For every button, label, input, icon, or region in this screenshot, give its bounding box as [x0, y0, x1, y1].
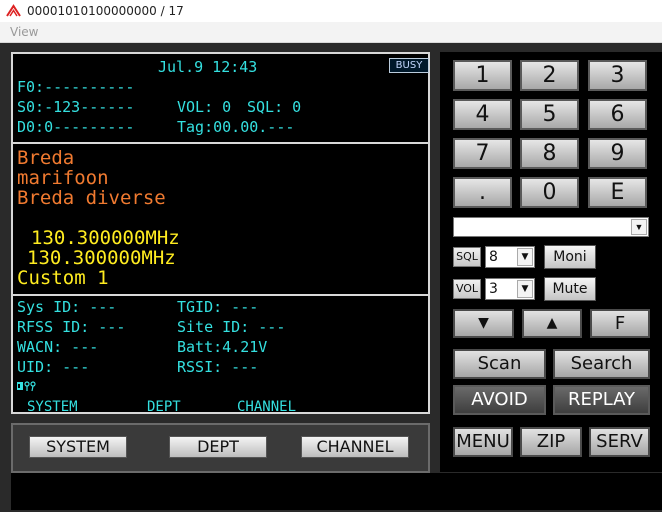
- lcd-wacn: WACN: ---: [17, 338, 99, 356]
- lcd-d0: D0:0---------: [17, 118, 135, 136]
- lcd-datetime: Jul.9 12:43: [158, 58, 258, 76]
- key-1[interactable]: 1: [453, 60, 512, 91]
- up-button[interactable]: ▲: [522, 309, 582, 338]
- soft-label-channel: CHANNEL: [237, 399, 297, 415]
- lcd-system-name: Breda: [17, 147, 75, 169]
- dept-button[interactable]: DEPT: [169, 436, 267, 458]
- mute-button[interactable]: Mute: [544, 277, 596, 301]
- key-4[interactable]: 4: [453, 99, 512, 130]
- vol-label: VOL: [453, 279, 481, 299]
- lcd-sql: SQL: 0: [247, 98, 302, 116]
- busy-badge: BUSY: [389, 58, 429, 73]
- moni-button[interactable]: Moni: [544, 245, 596, 269]
- lcd-battery: Batt:4.21V: [177, 338, 268, 356]
- lcd-frequency-2: 130.300000MHz: [27, 247, 176, 269]
- key-6[interactable]: 6: [588, 99, 647, 130]
- key-9[interactable]: 9: [588, 138, 647, 169]
- lcd-f0: F0:----------: [17, 78, 135, 96]
- lcd-dept-name: marifoon: [17, 167, 109, 189]
- triangle-up-icon: ▲: [546, 315, 558, 331]
- lcd-channel-name: Breda diverse: [17, 187, 166, 209]
- key-7[interactable]: 7: [453, 138, 512, 169]
- soft-button-panel: SYSTEM DEPT CHANNEL: [11, 423, 430, 473]
- replay-button[interactable]: REPLAY: [553, 385, 650, 415]
- key-8[interactable]: 8: [520, 138, 579, 169]
- key-dot[interactable]: .: [453, 177, 512, 208]
- scan-button[interactable]: Scan: [453, 349, 546, 379]
- status-bar: [11, 473, 662, 510]
- status-icons: [17, 379, 39, 397]
- lcd-site-id: Site ID: ---: [177, 318, 286, 336]
- sql-value: 8: [489, 249, 498, 265]
- lcd-s0: S0:-123------: [17, 98, 135, 116]
- serv-button[interactable]: SERV: [589, 427, 650, 457]
- app-logo-icon: [6, 4, 21, 22]
- key-e[interactable]: E: [588, 177, 647, 208]
- avoid-button[interactable]: AVOID: [453, 385, 546, 415]
- keypad-panel: 1 2 3 4 5 6 7 8 9 . 0 E ▼ SQL 8 ▼ Moni V…: [440, 52, 662, 472]
- key-2[interactable]: 2: [520, 60, 579, 91]
- menu-bar: View: [0, 22, 662, 43]
- lcd-frequency-1: 130.300000MHz: [31, 227, 180, 249]
- lcd-display: Jul.9 12:43 BUSY F0:---------- S0:-123--…: [11, 52, 430, 415]
- sql-select[interactable]: 8 ▼: [485, 246, 535, 268]
- soft-label-system: SYSTEM: [27, 399, 78, 415]
- lcd-sys-id: Sys ID: ---: [17, 298, 117, 316]
- key-5[interactable]: 5: [520, 99, 579, 130]
- lcd-divider: [13, 294, 428, 296]
- down-button[interactable]: ▼: [453, 309, 514, 338]
- window-title: 00001010100000000 / 17: [27, 4, 184, 18]
- lcd-rssi: RSSI: ---: [177, 358, 259, 376]
- vol-value: 3: [489, 281, 498, 297]
- port-dropdown[interactable]: ▼: [453, 217, 649, 237]
- sql-label: SQL: [453, 247, 481, 267]
- lcd-tgid: TGID: ---: [177, 298, 259, 316]
- soft-label-dept: DEPT: [147, 399, 181, 415]
- system-button[interactable]: SYSTEM: [29, 436, 127, 458]
- lcd-custom: Custom 1: [17, 267, 109, 289]
- zip-button[interactable]: ZIP: [520, 427, 582, 457]
- lcd-vol: VOL: 0: [177, 98, 232, 116]
- chevron-down-icon[interactable]: ▼: [631, 219, 647, 235]
- key-0[interactable]: 0: [520, 177, 579, 208]
- lcd-divider: [13, 142, 428, 144]
- vol-select[interactable]: 3 ▼: [485, 278, 535, 300]
- scanner-app: Jul.9 12:43 BUSY F0:---------- S0:-123--…: [0, 43, 662, 512]
- search-button[interactable]: Search: [553, 349, 650, 379]
- lcd-uid: UID: ---: [17, 358, 90, 376]
- chevron-down-icon[interactable]: ▼: [517, 280, 533, 298]
- triangle-down-icon: ▼: [478, 315, 489, 331]
- window-titlebar: 00001010100000000 / 17: [0, 0, 662, 22]
- lcd-tag: Tag:00.00.---: [177, 118, 295, 136]
- func-button[interactable]: F: [590, 309, 650, 338]
- chevron-down-icon[interactable]: ▼: [517, 248, 533, 266]
- menu-button[interactable]: MENU: [453, 427, 513, 457]
- lcd-rfss-id: RFSS ID: ---: [17, 318, 126, 336]
- key-3[interactable]: 3: [588, 60, 647, 91]
- channel-button[interactable]: CHANNEL: [301, 436, 409, 458]
- menu-view[interactable]: View: [10, 25, 38, 39]
